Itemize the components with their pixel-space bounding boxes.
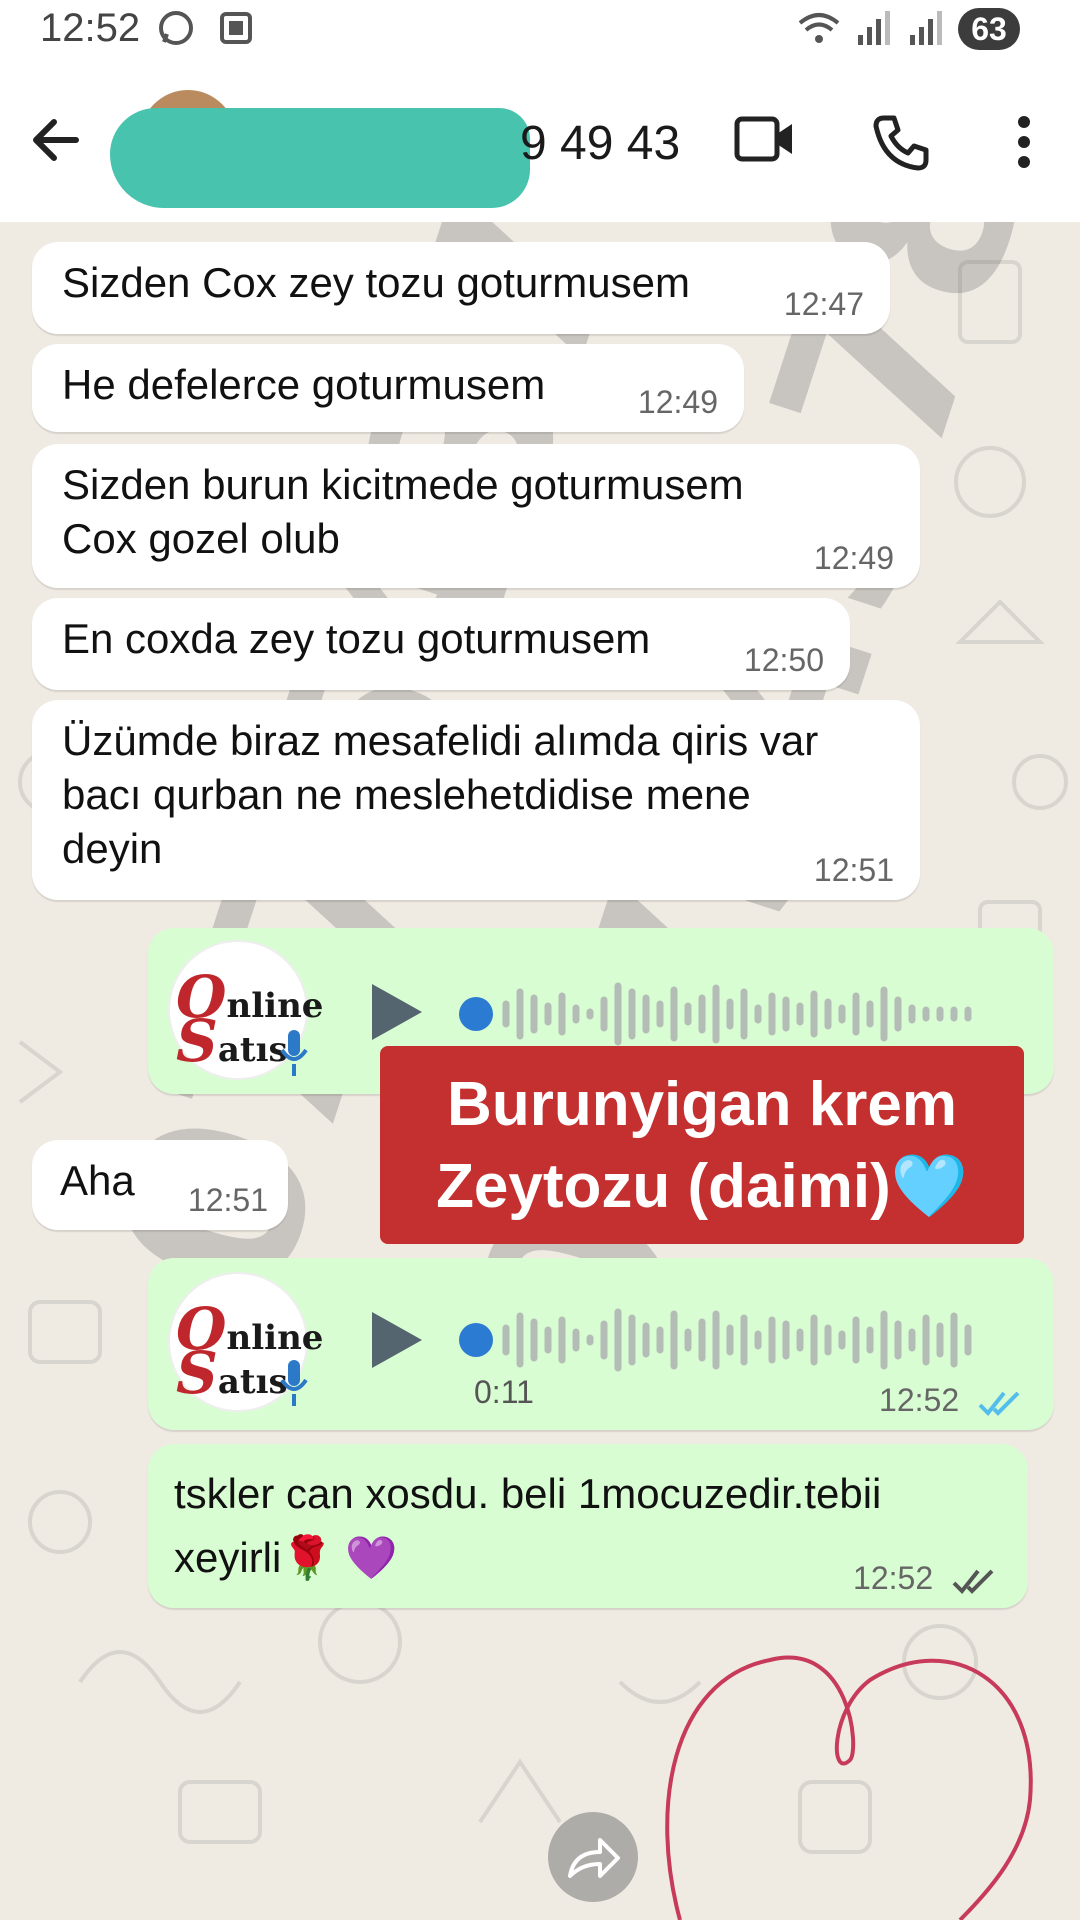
- redacted-contact-name: [110, 108, 530, 208]
- status-time: 12:52: [40, 6, 141, 50]
- message-bubble-incoming[interactable]: Üzümde biraz mesafelidi alımda qiris var…: [32, 700, 920, 900]
- message-time: 12:47: [783, 286, 864, 322]
- message-text: Sizden burun kicitmede goturmusem Cox go…: [62, 461, 744, 562]
- forward-icon: [568, 1838, 620, 1878]
- message-text: He defelerce goturmusem: [62, 361, 546, 408]
- whatsapp-status-icon: [159, 11, 193, 45]
- chat-header: 9 49 43: [0, 60, 1080, 222]
- message-time: 12:50: [743, 642, 824, 678]
- banner-line-2: Zeytozu (daimi)🩵: [436, 1152, 968, 1221]
- voice-call-icon[interactable]: [872, 114, 930, 172]
- message-time: 12:49: [813, 540, 894, 576]
- wifi-icon: [798, 13, 840, 43]
- signal-icon: [858, 11, 890, 45]
- promo-banner: Burunyigan krem Zeytozu (daimi)🩵: [380, 1046, 1024, 1244]
- message-time: 12:52: [879, 1382, 960, 1418]
- message-bubble-incoming[interactable]: En coxda zey tozu goturmusem 12:50: [32, 598, 850, 690]
- message-time: 12:49: [637, 384, 718, 420]
- message-bubble-outgoing[interactable]: tskler can xosdu. beli 1mocuzedir.tebii …: [148, 1444, 1028, 1608]
- status-bar: 12:52 63: [0, 0, 1080, 60]
- voice-duration: 0:11: [474, 1374, 534, 1410]
- voice-waveform[interactable]: [448, 1304, 1008, 1374]
- delivered-ticks-icon: [952, 1569, 994, 1594]
- message-time: 12:52: [853, 1560, 934, 1596]
- microphone-icon: [280, 1360, 308, 1406]
- play-icon[interactable]: [366, 1308, 426, 1372]
- message-text: Sizden Cox zey tozu goturmusem: [62, 259, 690, 306]
- back-arrow-icon[interactable]: [28, 112, 84, 168]
- banner-line-1: Burunyigan krem: [447, 1070, 957, 1139]
- message-bubble-incoming[interactable]: He defelerce goturmusem 12:49: [32, 344, 744, 432]
- message-text: Üzümde biraz mesafelidi alımda qiris var…: [62, 717, 819, 872]
- play-icon[interactable]: [366, 980, 426, 1044]
- message-bubble-incoming[interactable]: Sizden Cox zey tozu goturmusem 12:47: [32, 242, 890, 334]
- message-text: tskler can xosdu. beli 1mocuzedir.tebii …: [174, 1470, 882, 1581]
- message-time: 12:51: [813, 852, 894, 888]
- contact-number[interactable]: 9 49 43: [520, 116, 680, 171]
- message-bubble-incoming[interactable]: Aha 12:51: [32, 1140, 288, 1230]
- screenshot-icon: [220, 12, 252, 44]
- heart-doodle: [665, 1655, 1033, 1920]
- forward-button[interactable]: [548, 1812, 638, 1902]
- signal-icon-2: [910, 11, 942, 45]
- message-time: 12:51: [187, 1182, 268, 1218]
- more-options-icon[interactable]: [1014, 114, 1034, 170]
- message-text: Aha: [60, 1157, 135, 1204]
- message-bubble-incoming[interactable]: Sizden burun kicitmede goturmusem Cox go…: [32, 444, 920, 588]
- message-text: En coxda zey tozu goturmusem: [62, 615, 651, 662]
- microphone-icon: [280, 1030, 308, 1076]
- voice-waveform[interactable]: [448, 978, 1008, 1048]
- video-call-icon[interactable]: [734, 114, 796, 164]
- voice-message-outgoing[interactable]: Online Satıs 0:11 12:52: [148, 1258, 1054, 1430]
- battery-level: 63: [958, 8, 1020, 50]
- read-ticks-icon: [978, 1391, 1020, 1416]
